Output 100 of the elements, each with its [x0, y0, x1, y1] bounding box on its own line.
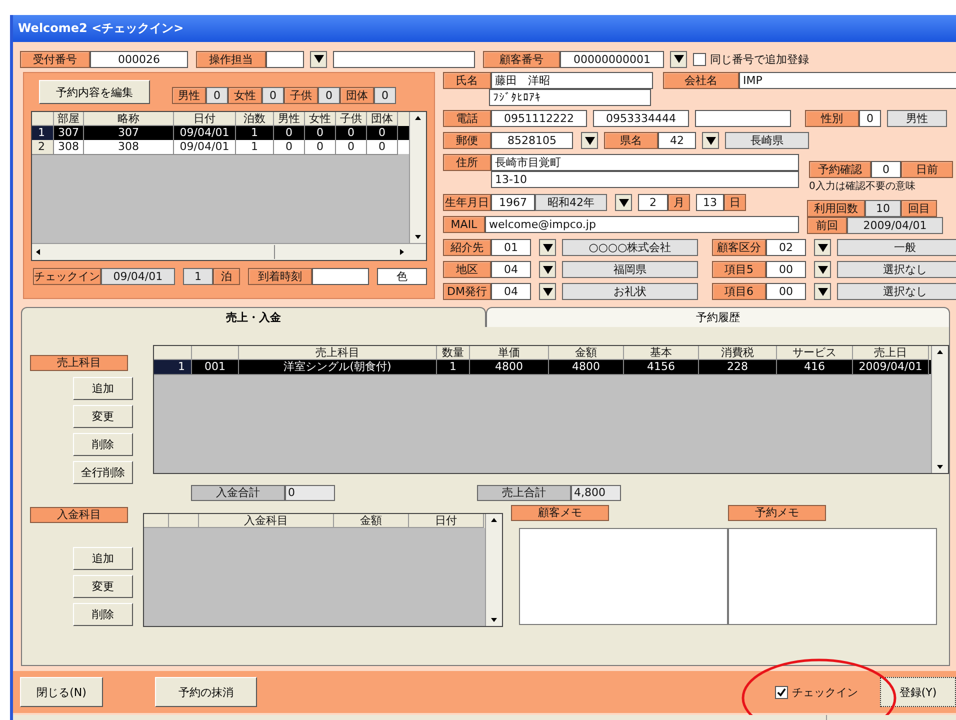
dropdown-button[interactable] — [814, 283, 831, 300]
code-field[interactable]: 02 — [766, 239, 806, 256]
field-label: 県名 — [604, 132, 658, 149]
table-row[interactable]: 1 001 洋室シングル(朝食付) 1 4800 4800 4156 228 416 2009/04/01 — [154, 360, 931, 374]
dropdown-button[interactable] — [539, 283, 556, 300]
dropdown-button[interactable] — [702, 132, 719, 149]
tab[interactable]: 売上・入金 — [21, 307, 486, 327]
table-cell: 0 — [367, 140, 398, 155]
table-cell: 308 — [84, 140, 174, 155]
table-cell: 0 — [274, 140, 305, 155]
action-button[interactable]: 変更 — [73, 405, 133, 428]
table-row[interactable]: 2 308 308 09/04/01 1 0 0 0 0 — [32, 140, 409, 154]
birth-year-field[interactable]: 1967 — [491, 194, 535, 211]
postal-code-field[interactable]: 8528105 — [491, 132, 573, 149]
field-label: 顧客番号 — [483, 50, 560, 68]
caret-icon — [706, 136, 716, 144]
prefecture-code-field[interactable]: 42 — [658, 132, 696, 149]
count-label: 男性 — [172, 86, 206, 104]
gender-value: 男性 — [887, 110, 947, 127]
code-field[interactable]: 00 — [766, 283, 806, 300]
register-button[interactable]: 登録(Y) — [880, 677, 956, 707]
dropdown-button[interactable] — [310, 50, 327, 68]
code-field[interactable]: 00 — [766, 261, 806, 278]
birth-day-field[interactable]: 13 — [696, 194, 724, 211]
horizontal-scrollbar[interactable] — [32, 243, 426, 260]
dropdown-button[interactable] — [539, 239, 556, 256]
memo-label: 予約メモ — [728, 505, 826, 521]
operator-code-field[interactable] — [266, 50, 304, 68]
cancel-reservation-button[interactable]: 予約の抹消 — [155, 677, 257, 707]
row-number: 1 — [154, 360, 192, 375]
field-label: 項目6 — [712, 283, 766, 300]
confirm-days-field[interactable]: 0 — [871, 161, 901, 178]
arrival-time-field[interactable] — [312, 268, 370, 285]
phone-field[interactable]: 0951112222 — [491, 110, 587, 127]
caret-icon — [542, 244, 552, 252]
gender-code-field[interactable]: 0 — [859, 110, 881, 127]
table-cell: 4156 — [624, 360, 699, 375]
total-label: 入金合計 — [191, 485, 285, 501]
address-field[interactable]: 長崎市目覚町 — [491, 154, 799, 171]
down-arrow-icon — [491, 618, 497, 622]
birth-month-field[interactable]: 2 — [638, 194, 668, 211]
header-cell — [144, 514, 169, 528]
memo-field[interactable] — [519, 528, 728, 625]
reception-number-field[interactable]: 000026 — [90, 50, 188, 68]
color-field[interactable]: 色 — [377, 268, 427, 285]
total-value: 0 — [285, 485, 335, 501]
action-button[interactable]: 全行削除 — [73, 461, 133, 484]
section-label: 入金科目 — [30, 507, 128, 523]
email-field[interactable]: welcome@impco.jp — [485, 216, 799, 233]
checkbox[interactable] — [775, 686, 788, 698]
window-title: Welcome2 <チェックイン> — [13, 15, 956, 42]
code-field[interactable]: 04 — [491, 261, 531, 278]
caret-icon — [584, 136, 594, 144]
total-value: 4,800 — [571, 485, 621, 501]
caret-icon — [618, 198, 628, 206]
action-button[interactable]: 削除 — [73, 433, 133, 456]
dropdown-button[interactable] — [581, 132, 598, 149]
action-button[interactable]: 追加 — [73, 377, 133, 400]
action-button[interactable]: 追加 — [73, 547, 133, 570]
memo-label: 顧客メモ — [511, 505, 609, 521]
scrollbar[interactable] — [409, 112, 426, 243]
code-field[interactable]: 04 — [491, 283, 531, 300]
dropdown-button[interactable] — [814, 261, 831, 278]
total-label: 売上合計 — [477, 485, 571, 501]
section-label: 売上科目 — [30, 355, 128, 371]
action-button[interactable]: 変更 — [73, 575, 133, 598]
phone-field[interactable]: 0953334444 — [593, 110, 689, 127]
operator-name-field[interactable] — [333, 50, 475, 68]
code-field[interactable]: 01 — [491, 239, 531, 256]
close-button[interactable]: 閉じる(N) — [20, 677, 103, 707]
field-label: 利用回数 — [807, 200, 865, 217]
table-row[interactable]: 1 307 307 09/04/01 1 0 0 0 0 — [32, 126, 409, 140]
phone-field[interactable] — [695, 110, 791, 127]
count-label: 団体 — [340, 86, 374, 104]
selection-value: ○○○○株式会社 — [562, 239, 698, 256]
checkbox[interactable] — [693, 52, 706, 66]
up-arrow-icon — [491, 518, 497, 522]
field-label: 前回 — [807, 217, 847, 234]
table-cell: 洋室シングル(朝食付) — [239, 360, 437, 375]
address-field[interactable]: 13-10 — [491, 171, 799, 188]
tab[interactable]: 予約履歴 — [486, 307, 950, 327]
unit-label: 日 — [724, 194, 746, 211]
checkbox-label: チェックイン — [792, 684, 858, 700]
name-field[interactable]: 藤田 洋昭 — [491, 72, 653, 89]
dropdown-button[interactable] — [670, 50, 687, 68]
caret-icon — [818, 244, 828, 252]
customer-number-field[interactable]: 00000000001 — [560, 50, 664, 68]
field-label: MAIL — [443, 216, 485, 233]
field-label: チェックイン — [33, 268, 101, 285]
edit-reservation-button[interactable]: 予約内容を編集 — [39, 80, 150, 104]
scrollbar[interactable] — [485, 514, 502, 626]
action-button[interactable]: 削除 — [73, 603, 133, 626]
kana-field[interactable]: ﾌｼﾞﾀﾋﾛｱｷ — [489, 89, 651, 106]
dropdown-button[interactable] — [615, 194, 632, 211]
company-field[interactable]: IMP — [739, 72, 956, 89]
caret-icon — [818, 288, 828, 296]
scrollbar[interactable] — [931, 346, 948, 473]
memo-field[interactable] — [728, 528, 937, 625]
dropdown-button[interactable] — [814, 239, 831, 256]
dropdown-button[interactable] — [539, 261, 556, 278]
